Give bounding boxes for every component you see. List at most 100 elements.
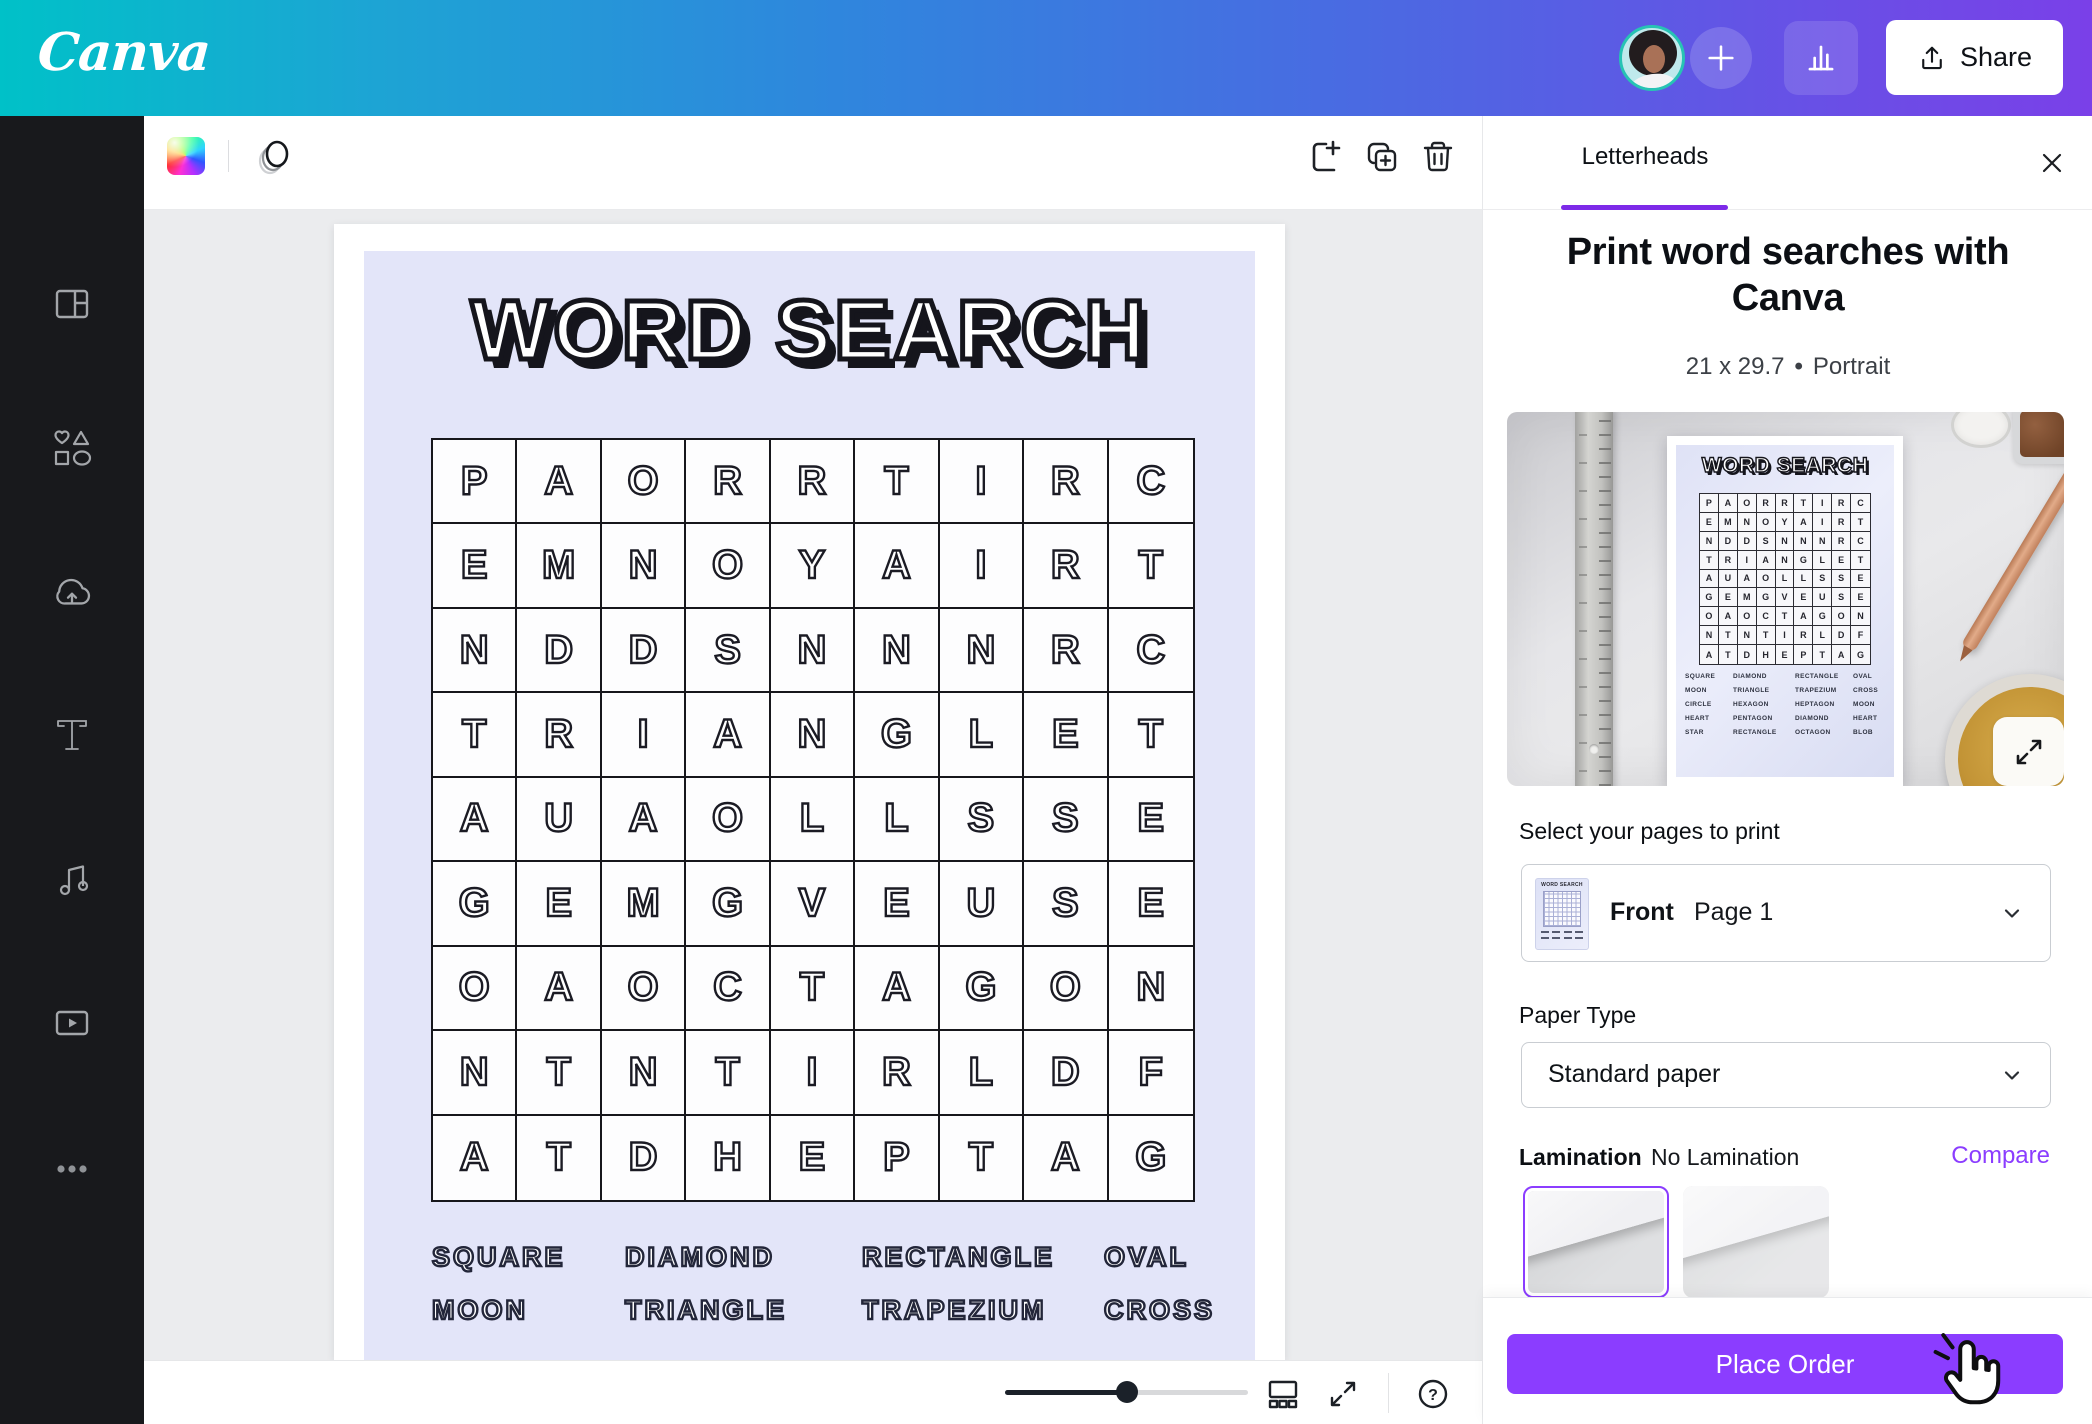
- bottom-bar-divider: [1388, 1373, 1389, 1413]
- sidebar-item-videos[interactable]: [50, 1001, 94, 1045]
- preview-word-item: HEART: [1685, 715, 1709, 722]
- sidebar-item-elements[interactable]: [50, 426, 94, 470]
- grid-view-button[interactable]: [1264, 1375, 1302, 1413]
- compare-link[interactable]: Compare: [1951, 1142, 2050, 1170]
- preview-grid-cell: I: [1776, 626, 1795, 645]
- music-note-icon: [52, 859, 92, 899]
- preview-grid-cell: O: [1738, 607, 1757, 626]
- paper-type-dropdown[interactable]: Standard paper: [1521, 1042, 2051, 1108]
- preview-grid-cell: T: [1757, 626, 1776, 645]
- help-button[interactable]: ?: [1414, 1375, 1452, 1413]
- preview-word-item: HEPTAGON: [1795, 701, 1835, 708]
- preview-grid-cell: R: [1832, 494, 1851, 513]
- preview-word-item: CIRCLE: [1685, 701, 1712, 708]
- grid-cell: S: [686, 609, 770, 693]
- preview-grid-cell: R: [1719, 551, 1738, 570]
- close-panel-button[interactable]: [2031, 142, 2073, 184]
- preview-expand-button[interactable]: [1993, 717, 2064, 786]
- text-icon: [52, 715, 92, 755]
- preview-grid-cell: L: [1813, 551, 1832, 570]
- word-grid: PAORRTIRCEMNOYAIRTNDDSNNNRCTRIANGLETAUAO…: [431, 438, 1195, 1202]
- preview-grid-cell: E: [1851, 588, 1870, 607]
- duplicate-page-icon: [1362, 137, 1402, 177]
- grid-cell: O: [433, 947, 517, 1031]
- create-design-button[interactable]: [1690, 27, 1752, 89]
- grid-cell: T: [1109, 693, 1193, 777]
- preview-bowl: [1951, 412, 2011, 448]
- grid-cell: A: [602, 778, 686, 862]
- canva-logo[interactable]: Canva: [36, 22, 212, 83]
- preview-grid-cell: H: [1757, 645, 1776, 664]
- grid-cell: N: [433, 609, 517, 693]
- preview-word-item: DIAMOND: [1795, 715, 1829, 722]
- shadow-effect-button[interactable]: [250, 134, 296, 180]
- puzzle-title: WORD SEARCH: [334, 282, 1285, 379]
- color-swatch[interactable]: [167, 137, 205, 175]
- word-item: RECTANGLE: [862, 1242, 1055, 1273]
- delete-page-button[interactable]: [1415, 134, 1461, 180]
- preview-grid-cell: A: [1719, 607, 1738, 626]
- place-order-button[interactable]: Place Order: [1507, 1334, 2063, 1394]
- grid-cell: A: [517, 440, 601, 524]
- insights-button[interactable]: [1784, 21, 1858, 95]
- grid-cell: S: [1024, 778, 1108, 862]
- preview-grid-cell: G: [1700, 588, 1719, 607]
- sidebar-item-text[interactable]: [50, 713, 94, 757]
- preview-grid-cell: G: [1813, 607, 1832, 626]
- product-preview-image[interactable]: WORD SEARCH PAORRTIRCEMNOYAIRTNDDSNNNRCT…: [1507, 412, 2064, 786]
- grid-cell: T: [517, 1031, 601, 1115]
- grid-cell: N: [771, 693, 855, 777]
- grid-cell: G: [940, 947, 1024, 1031]
- pages-dropdown[interactable]: WORD SEARCH Front Page 1: [1521, 864, 2051, 962]
- preview-word-item: STAR: [1685, 729, 1704, 736]
- active-tab-underline: [1561, 205, 1728, 210]
- grid-cell: V: [771, 862, 855, 946]
- avatar[interactable]: [1619, 25, 1685, 91]
- preview-grid-cell: U: [1719, 570, 1738, 589]
- page-thumbnail-grid: [1543, 891, 1581, 927]
- grid-cell: R: [1024, 524, 1108, 608]
- zoom-slider-fill: [1005, 1390, 1127, 1395]
- preview-grid-cell: T: [1851, 513, 1870, 532]
- preview-grid-cell: E: [1776, 645, 1795, 664]
- sidebar-item-uploads[interactable]: [50, 570, 94, 614]
- lamination-photo: [1683, 1186, 1829, 1298]
- grid-cell: L: [855, 778, 939, 862]
- preview-grid-cell: P: [1794, 645, 1813, 664]
- tab-letterheads[interactable]: Letterheads: [1543, 143, 1747, 171]
- preview-ruler: [1575, 412, 1613, 786]
- grid-cell: S: [940, 778, 1024, 862]
- preview-word-item: TRAPEZIUM: [1795, 687, 1837, 694]
- sidebar-item-more[interactable]: [50, 1147, 94, 1191]
- preview-word-item: HEART: [1853, 715, 1877, 722]
- grid-cell: R: [1024, 609, 1108, 693]
- preview-grid-cell: L: [1813, 626, 1832, 645]
- preview-grid-cell: R: [1757, 494, 1776, 513]
- word-item: TRIANGLE: [625, 1295, 787, 1326]
- panel-heading: Print word searches with Canva: [1518, 230, 2058, 321]
- preview-grid-cell: N: [1700, 532, 1719, 551]
- duplicate-page-button[interactable]: [1359, 134, 1405, 180]
- paper-type-value: Standard paper: [1548, 1060, 1720, 1089]
- grid-cell: H: [686, 1116, 770, 1200]
- grid-cell: N: [940, 609, 1024, 693]
- lamination-option-gloss[interactable]: [1683, 1186, 1829, 1298]
- lamination-option-none[interactable]: [1523, 1186, 1669, 1298]
- preview-grid-cell: T: [1851, 551, 1870, 570]
- preview-grid-cell: T: [1700, 551, 1719, 570]
- grid-cell: T: [433, 693, 517, 777]
- sidebar-item-audio[interactable]: [50, 857, 94, 901]
- grid-cell: P: [855, 1116, 939, 1200]
- print-panel-header: Letterheads: [1483, 116, 2092, 210]
- design-page[interactable]: WORD SEARCH PAORRTIRCEMNOYAIRTNDDSNNNRCT…: [334, 224, 1285, 1360]
- expand-icon: [2012, 735, 2046, 769]
- grid-cell: E: [1109, 778, 1193, 862]
- sidebar-item-design[interactable]: [50, 282, 94, 326]
- grid-cell: A: [855, 524, 939, 608]
- share-button[interactable]: Share: [1886, 20, 2063, 95]
- fullscreen-button[interactable]: [1324, 1375, 1362, 1413]
- zoom-slider-knob[interactable]: [1116, 1381, 1138, 1403]
- paper-type-label: Paper Type: [1519, 1002, 1636, 1029]
- grid-cell: I: [771, 1031, 855, 1115]
- add-page-button[interactable]: [1303, 134, 1349, 180]
